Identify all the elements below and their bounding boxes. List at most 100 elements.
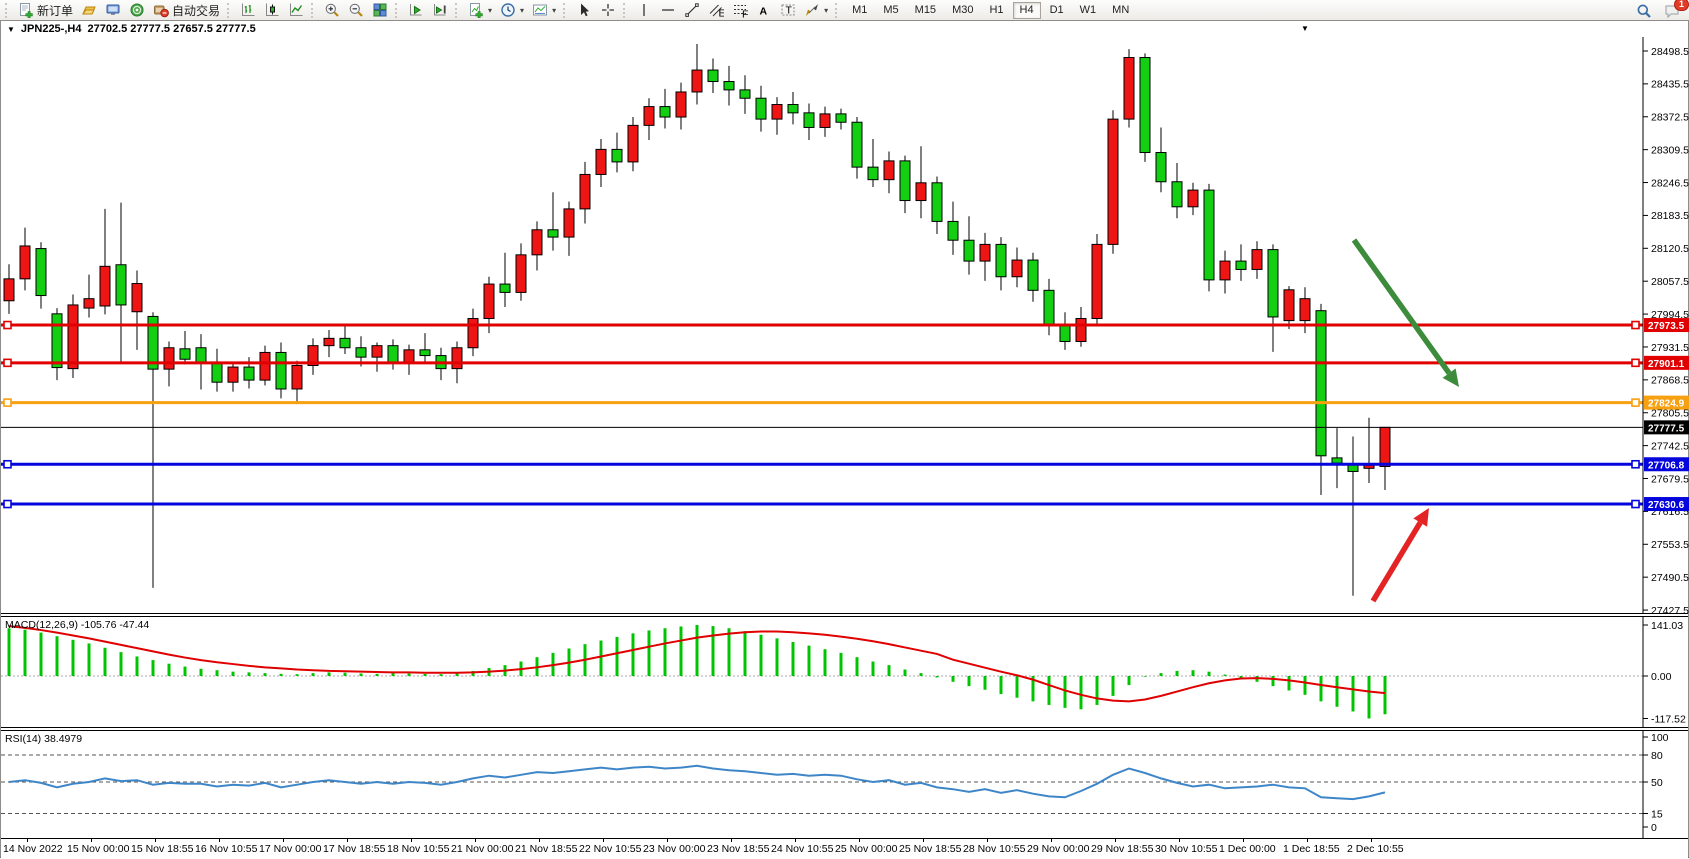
svg-text:15: 15 bbox=[1651, 808, 1663, 820]
bar-chart-icon bbox=[240, 2, 256, 18]
toolbar-grip[interactable] bbox=[311, 3, 316, 18]
bar-chart-button[interactable] bbox=[236, 1, 260, 20]
label-button[interactable]: T bbox=[776, 1, 800, 20]
candlestick-chart[interactable]: 28498.528435.528372.528309.528246.528183… bbox=[1, 37, 1689, 613]
macd-chart[interactable]: 141.030.00-117.52 bbox=[1, 617, 1689, 727]
zoom-in-button[interactable] bbox=[320, 1, 344, 20]
channel-button[interactable]: E bbox=[704, 1, 728, 20]
shapes-arrows-icon bbox=[804, 2, 820, 18]
auto-trading-button[interactable]: 自动交易 bbox=[149, 1, 224, 20]
time-label: 17 Nov 18:55 bbox=[323, 843, 385, 855]
time-tick bbox=[1307, 839, 1308, 842]
line-chart-button[interactable] bbox=[284, 1, 308, 20]
chart-shift-marker-icon[interactable]: ▼ bbox=[1301, 24, 1309, 33]
macd-pane[interactable]: 141.030.00-117.52 MACD(12,26,9) -105.76 … bbox=[1, 617, 1688, 727]
toolbar-grip[interactable] bbox=[835, 3, 840, 18]
tile-windows-button[interactable] bbox=[368, 1, 392, 20]
fibonacci-icon: F bbox=[732, 2, 748, 18]
new-order-icon bbox=[18, 2, 34, 18]
shapes-button[interactable]: ▾ bbox=[800, 1, 832, 20]
time-label: 14 Nov 2022 bbox=[3, 843, 63, 855]
candle-chart-button[interactable] bbox=[260, 1, 284, 20]
toolbar-grip[interactable] bbox=[395, 3, 400, 18]
auto-scroll-icon bbox=[408, 2, 424, 18]
crosshair-button[interactable] bbox=[596, 1, 620, 20]
candle-chart-icon bbox=[264, 2, 280, 18]
timeframe-group: M1M5M15M30H1H4D1W1MN bbox=[844, 2, 1137, 19]
new-chart-button[interactable]: ▾ bbox=[464, 1, 496, 20]
time-label: 21 Nov 18:55 bbox=[515, 843, 577, 855]
timeframe-m5-button[interactable]: M5 bbox=[876, 2, 905, 19]
chart-menu-triangle-icon[interactable]: ▼ bbox=[7, 25, 15, 34]
time-tick bbox=[411, 839, 412, 842]
timeframe-w1-button[interactable]: W1 bbox=[1073, 2, 1104, 19]
time-axis[interactable]: 14 Nov 202215 Nov 00:0015 Nov 18:5516 No… bbox=[1, 838, 1688, 859]
chart-title-row: ▼ JPN225-,H4 27702.5 27777.5 27657.5 277… bbox=[1, 21, 1688, 37]
timeframe-h1-button[interactable]: H1 bbox=[982, 2, 1010, 19]
trendline-button[interactable] bbox=[680, 1, 704, 20]
svg-text:27553.5: 27553.5 bbox=[1651, 539, 1689, 551]
time-tick bbox=[923, 839, 924, 842]
search-button[interactable] bbox=[1632, 1, 1656, 20]
svg-text:100: 100 bbox=[1651, 732, 1669, 744]
chart-shift-button[interactable] bbox=[428, 1, 452, 20]
text-button[interactable]: A bbox=[752, 1, 776, 20]
svg-text:27824.9: 27824.9 bbox=[1648, 399, 1685, 410]
svg-text:E: E bbox=[719, 8, 725, 19]
signals-button[interactable] bbox=[125, 1, 149, 20]
toolbar-grip[interactable] bbox=[455, 3, 460, 18]
svg-text:80: 80 bbox=[1651, 750, 1663, 762]
trendline-icon bbox=[684, 2, 700, 18]
svg-text:28246.5: 28246.5 bbox=[1651, 177, 1689, 189]
dropdown-caret-icon: ▾ bbox=[824, 6, 828, 15]
horizontal-line-button[interactable] bbox=[656, 1, 680, 20]
svg-text:28183.5: 28183.5 bbox=[1651, 210, 1689, 222]
auto-scroll-button[interactable] bbox=[404, 1, 428, 20]
crosshair-icon bbox=[600, 2, 616, 18]
svg-text:141.03: 141.03 bbox=[1651, 620, 1683, 632]
timeframe-m30-button[interactable]: M30 bbox=[945, 2, 980, 19]
time-label: 29 Nov 18:55 bbox=[1091, 843, 1153, 855]
svg-text:0: 0 bbox=[1651, 822, 1657, 834]
vertical-line-icon bbox=[636, 2, 652, 18]
time-label: 29 Nov 00:00 bbox=[1027, 843, 1089, 855]
timeframe-mn-button[interactable]: MN bbox=[1105, 2, 1136, 19]
template-button[interactable]: ▾ bbox=[528, 1, 560, 20]
zoom-out-button[interactable] bbox=[344, 1, 368, 20]
rsi-pane[interactable]: 1008050150 RSI(14) 38.4979 bbox=[1, 731, 1688, 838]
fibonacci-button[interactable]: F bbox=[728, 1, 752, 20]
time-label: 17 Nov 00:00 bbox=[259, 843, 321, 855]
time-tick bbox=[283, 839, 284, 842]
svg-text:28372.5: 28372.5 bbox=[1651, 112, 1689, 124]
period-button[interactable]: ▾ bbox=[496, 1, 528, 20]
svg-text:-117.52: -117.52 bbox=[1651, 713, 1686, 725]
time-tick bbox=[731, 839, 732, 842]
timeframe-m15-button[interactable]: M15 bbox=[908, 2, 943, 19]
svg-text:A: A bbox=[760, 6, 768, 18]
vertical-line-button[interactable] bbox=[632, 1, 656, 20]
time-tick bbox=[667, 839, 668, 842]
toolbar-grip[interactable] bbox=[5, 3, 10, 18]
notifications-button[interactable]: 1 bbox=[1660, 1, 1684, 20]
time-label: 16 Nov 10:55 bbox=[195, 843, 257, 855]
svg-text:27931.5: 27931.5 bbox=[1651, 342, 1689, 354]
text-icon: A bbox=[756, 2, 772, 18]
rsi-chart[interactable]: 1008050150 bbox=[1, 731, 1689, 838]
time-label: 15 Nov 18:55 bbox=[131, 843, 193, 855]
toolbar-grip[interactable] bbox=[623, 3, 628, 18]
market-watch-button[interactable] bbox=[101, 1, 125, 20]
dropdown-caret-icon: ▾ bbox=[488, 6, 492, 15]
toolbar-grip[interactable] bbox=[563, 3, 568, 18]
timeframe-d1-button[interactable]: D1 bbox=[1043, 2, 1071, 19]
toolbar-grip[interactable] bbox=[227, 3, 232, 18]
chart-ohlc-values: 27702.5 27777.5 27657.5 27777.5 bbox=[87, 23, 255, 35]
cursor-button[interactable] bbox=[572, 1, 596, 20]
history-button[interactable] bbox=[77, 1, 101, 20]
timeframe-h4-button[interactable]: H4 bbox=[1013, 2, 1041, 19]
svg-text:28498.5: 28498.5 bbox=[1651, 46, 1689, 58]
svg-text:27679.5: 27679.5 bbox=[1651, 473, 1689, 485]
timeframe-m1-button[interactable]: M1 bbox=[845, 2, 874, 19]
new-order-button[interactable]: 新订单 bbox=[14, 1, 77, 20]
period-clock-icon bbox=[500, 2, 516, 18]
main-chart-pane[interactable]: 28498.528435.528372.528309.528246.528183… bbox=[1, 37, 1688, 613]
